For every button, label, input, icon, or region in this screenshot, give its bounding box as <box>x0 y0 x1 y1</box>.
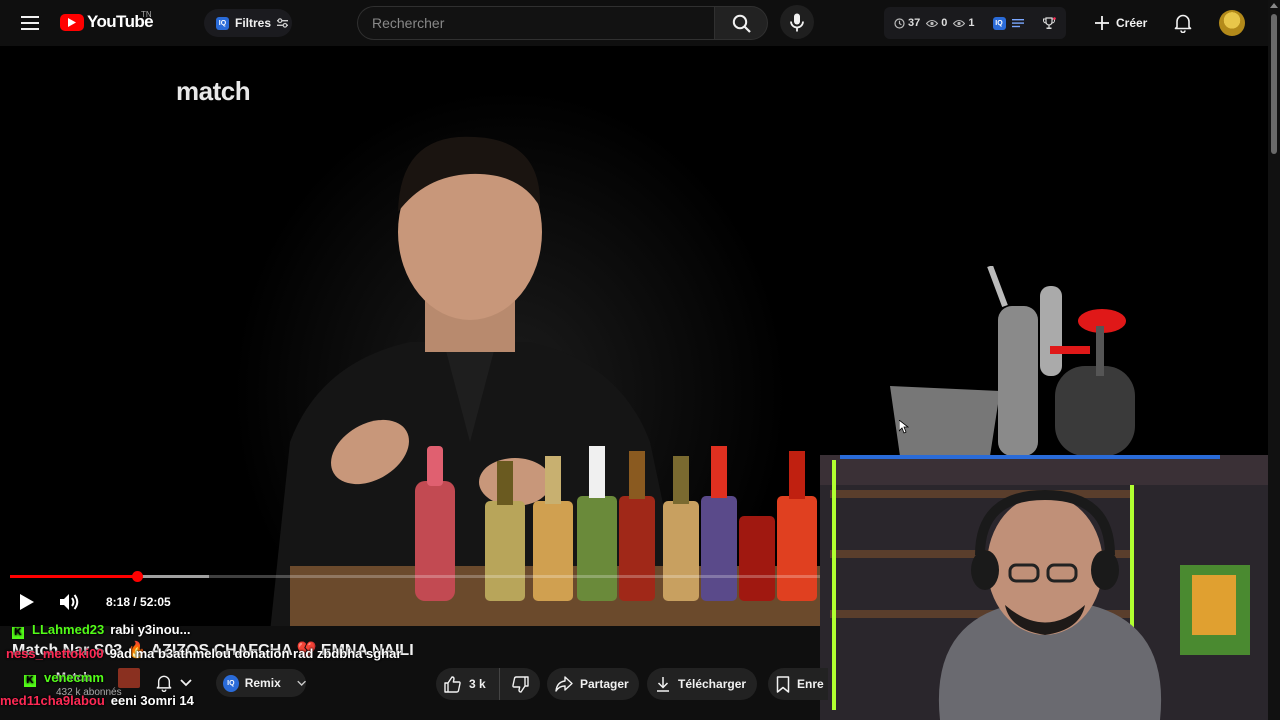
kick-badge-icon: K <box>12 627 24 639</box>
chat-text: eeni 3omri 14 <box>110 693 194 708</box>
chat-username: ness_mettoki00 <box>6 646 104 661</box>
chat-username: venecmm <box>44 670 104 685</box>
menu-button[interactable] <box>14 7 46 39</box>
share-label: Partager <box>580 677 629 691</box>
download-icon <box>657 677 669 692</box>
microphone-icon <box>790 13 804 31</box>
create-label: Créer <box>1116 16 1148 30</box>
share-icon <box>555 676 573 692</box>
search-icon <box>732 14 751 33</box>
chevron-down-icon <box>297 680 306 686</box>
remix-button[interactable]: IQ Remix <box>216 669 306 697</box>
clock-icon <box>894 17 905 29</box>
filters-button[interactable]: IQ Filtres <box>204 9 292 37</box>
save-label: Enre <box>797 677 824 691</box>
progress-scrubber[interactable] <box>132 571 144 582</box>
stat-eye2-value: 1 <box>968 17 975 29</box>
eye-icon <box>926 19 939 27</box>
plus-icon <box>1095 16 1109 30</box>
iq-extension-icon[interactable]: IQ <box>992 16 1006 30</box>
play-button[interactable] <box>14 589 40 615</box>
progress-played <box>10 575 138 578</box>
download-button[interactable]: Télécharger <box>647 668 757 700</box>
iq-icon: IQ <box>216 16 229 30</box>
play-icon <box>20 594 34 610</box>
hamburger-icon <box>21 16 39 30</box>
stat-watch-time: 37 <box>894 17 920 29</box>
thumbs-down-icon <box>511 675 529 693</box>
webcam-scene <box>820 455 1280 720</box>
save-button[interactable]: Enre <box>768 668 828 700</box>
list-icon[interactable] <box>1011 18 1024 28</box>
time-display: 8:18 / 52:05 <box>106 595 171 609</box>
logo-region: TN <box>141 10 152 19</box>
page-scrollbar[interactable] <box>1268 0 1280 720</box>
channel-avatar[interactable] <box>118 668 140 688</box>
search-button[interactable] <box>714 6 768 40</box>
bookmark-icon <box>776 675 790 693</box>
progress-bar[interactable] <box>10 571 820 582</box>
youtube-logo[interactable]: YouTube <box>60 12 154 32</box>
create-button[interactable]: Créer <box>1088 6 1158 40</box>
voice-search-button[interactable] <box>780 5 814 39</box>
sliders-icon <box>277 18 289 28</box>
scroll-up-arrow-icon[interactable] <box>1270 3 1278 8</box>
like-dislike-group: 3 k <box>436 668 540 700</box>
thumbs-up-icon <box>444 675 461 693</box>
scroll-thumb[interactable] <box>1271 14 1277 154</box>
iq-icon: IQ <box>223 674 239 692</box>
eye-icon <box>953 19 966 27</box>
like-button[interactable]: 3 k <box>436 668 500 700</box>
video-kitchen-equipment <box>890 266 1135 456</box>
chat-message: ness_mettoki00 9ad ma b3athmelou donation… <box>6 646 401 661</box>
trophy-icon[interactable] <box>1042 16 1056 30</box>
chat-message: K LLahmed23 rabi y3inou... <box>12 622 190 639</box>
video-watermark: match <box>176 76 251 106</box>
chat-username: med11cha9labou <box>0 693 105 708</box>
notifications-button[interactable] <box>1167 7 1199 39</box>
like-count: 3 k <box>469 677 486 691</box>
account-avatar[interactable] <box>1219 10 1245 36</box>
volume-icon <box>60 594 79 610</box>
remix-label: Remix <box>244 676 281 690</box>
volume-button[interactable] <box>56 589 84 615</box>
stat-eye1-value: 0 <box>941 17 948 29</box>
kick-badge-icon: K <box>24 675 36 687</box>
search-input[interactable] <box>357 6 715 40</box>
chat-text: rabi y3inou... <box>110 622 191 637</box>
stat-clock-value: 37 <box>908 17 921 29</box>
chat-text: 9ad ma b3athmelou donation rad zbdbha sg… <box>109 646 402 661</box>
streamer-webcam-overlay <box>820 455 1280 720</box>
top-bar: YouTube TN IQ Filtres 37 0 1 IQ Créer <box>0 0 1268 46</box>
mouse-cursor-icon <box>899 420 909 434</box>
chevron-down-icon <box>180 679 192 687</box>
chat-message: med11cha9labou eeni 3omri 14 <box>0 693 194 708</box>
youtube-play-icon <box>60 13 84 31</box>
share-button[interactable]: Partager <box>547 668 639 700</box>
chat-message: Kvenecmm <box>24 670 110 687</box>
filters-label: Filtres <box>235 16 272 30</box>
extension-stats[interactable]: 37 0 1 IQ <box>884 7 1066 39</box>
bell-icon <box>156 675 172 692</box>
download-label: Télécharger <box>678 677 747 691</box>
stat-views: 0 <box>926 17 947 29</box>
bell-icon <box>1174 14 1192 33</box>
stat-views-2: 1 <box>953 17 975 29</box>
chat-username: LLahmed23 <box>32 622 105 637</box>
dislike-button[interactable] <box>500 668 540 700</box>
